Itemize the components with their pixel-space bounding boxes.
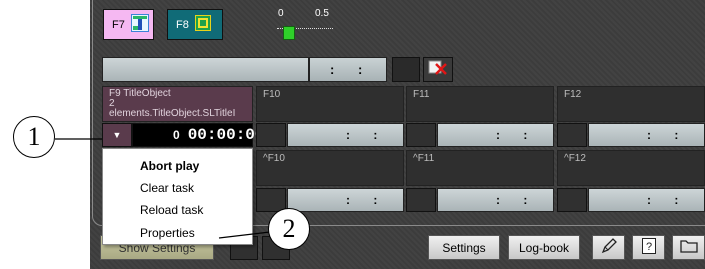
slider-min-label: 0 xyxy=(278,8,284,19)
cell-f10[interactable]: F10 xyxy=(256,86,404,122)
cell-ctrl-f12[interactable]: ^F12 xyxy=(557,150,705,186)
settings-button[interactable]: Settings xyxy=(428,235,500,260)
row1-f12-separator: : : xyxy=(647,128,689,142)
cell-f11-label: F11 xyxy=(413,89,430,100)
pen-icon xyxy=(600,237,618,258)
menu-item-abort-play[interactable]: Abort play xyxy=(140,159,199,173)
delete-icon xyxy=(428,59,448,80)
row1-f10-field[interactable]: : : xyxy=(287,123,404,147)
menu-item-properties[interactable]: Properties xyxy=(140,226,195,240)
cell-ctrl-f11-label: ^F11 xyxy=(413,153,435,164)
menu-item-clear-task[interactable]: Clear task xyxy=(140,181,194,195)
timecode-count: 0 xyxy=(173,128,180,142)
clear-button[interactable] xyxy=(423,57,453,82)
folder-icon xyxy=(679,238,698,257)
logbook-label: Log-book xyxy=(518,240,570,255)
cell-f11[interactable]: F11 xyxy=(406,86,554,122)
row2-f12-field[interactable]: : : xyxy=(588,188,705,212)
f8-label: F8 xyxy=(176,18,189,31)
row1-f11-field[interactable]: : : xyxy=(437,123,554,147)
f7-button[interactable]: F7 xyxy=(103,9,154,40)
callout-1-label: 1 xyxy=(27,122,41,151)
row1-f12-field[interactable]: : : xyxy=(588,123,705,147)
slider-thumb[interactable] xyxy=(283,26,295,40)
row1-f11-box[interactable] xyxy=(406,123,436,147)
f7-label: F7 xyxy=(112,18,125,31)
top-empty-box[interactable] xyxy=(392,57,420,82)
row2-f12-separator: : : xyxy=(647,193,689,207)
top-time-field[interactable]: : : xyxy=(309,57,387,82)
top-time-value: : : xyxy=(330,62,373,77)
settings-label: Settings xyxy=(442,240,486,255)
text-title-icon xyxy=(130,14,149,35)
cell-ctrl-f11[interactable]: ^F11 xyxy=(406,150,554,186)
menu-item-reload-task[interactable]: Reload task xyxy=(140,203,203,217)
dropdown-arrow-button[interactable]: ▼ xyxy=(102,123,132,147)
row2-f11-separator: : : xyxy=(496,193,538,207)
help-icon: ? xyxy=(641,237,657,258)
f8-button[interactable]: F8 xyxy=(167,9,223,40)
row2-f11-box[interactable] xyxy=(406,188,436,212)
help-button[interactable]: ? xyxy=(632,235,665,260)
cell-ctrl-f10-label: ^F10 xyxy=(263,153,285,164)
context-menu: Abort play Clear task Reload task Proper… xyxy=(102,148,253,245)
timecode-value: 00:00:00 xyxy=(187,126,265,144)
pen-button[interactable] xyxy=(592,235,625,260)
row2-f10-field[interactable]: : : xyxy=(287,188,404,212)
timecode-field[interactable]: 0 00:00:00 xyxy=(132,123,265,147)
logbook-button[interactable]: Log-book xyxy=(508,235,580,260)
row2-f12-box[interactable] xyxy=(557,188,587,212)
cell-f12[interactable]: F12 xyxy=(557,86,705,122)
row2-f10-separator: : : xyxy=(346,193,388,207)
top-input-field[interactable] xyxy=(102,57,309,82)
speed-slider[interactable]: 0 0.5 xyxy=(275,6,337,46)
row1-f11-separator: : : xyxy=(496,128,538,142)
row1-f12-box[interactable] xyxy=(557,123,587,147)
image-icon xyxy=(194,15,211,34)
cell-f10-label: F10 xyxy=(263,89,281,100)
callout-2: 2 xyxy=(268,208,310,250)
cell-f9-path: elements.TitleObject.SLTitleI xyxy=(109,108,236,119)
row1-f10-box[interactable] xyxy=(256,123,286,147)
cell-ctrl-f10[interactable]: ^F10 xyxy=(256,150,404,186)
cell-ctrl-f12-label: ^F12 xyxy=(564,153,586,164)
slider-max-label: 0.5 xyxy=(315,8,329,19)
callout-2-label: 2 xyxy=(282,214,296,243)
folder-button[interactable] xyxy=(672,235,705,260)
cell-f9-label: F9 TitleObject xyxy=(109,88,171,99)
callout-1: 1 xyxy=(13,116,55,158)
svg-text:?: ? xyxy=(645,241,651,253)
chevron-down-icon: ▼ xyxy=(112,130,122,140)
cell-f9[interactable]: F9 TitleObject 2 elements.TitleObject.SL… xyxy=(102,86,253,122)
row2-f11-field[interactable]: : : xyxy=(437,188,554,212)
cell-f12-label: F12 xyxy=(564,89,582,100)
row1-f10-separator: : : xyxy=(346,128,388,142)
